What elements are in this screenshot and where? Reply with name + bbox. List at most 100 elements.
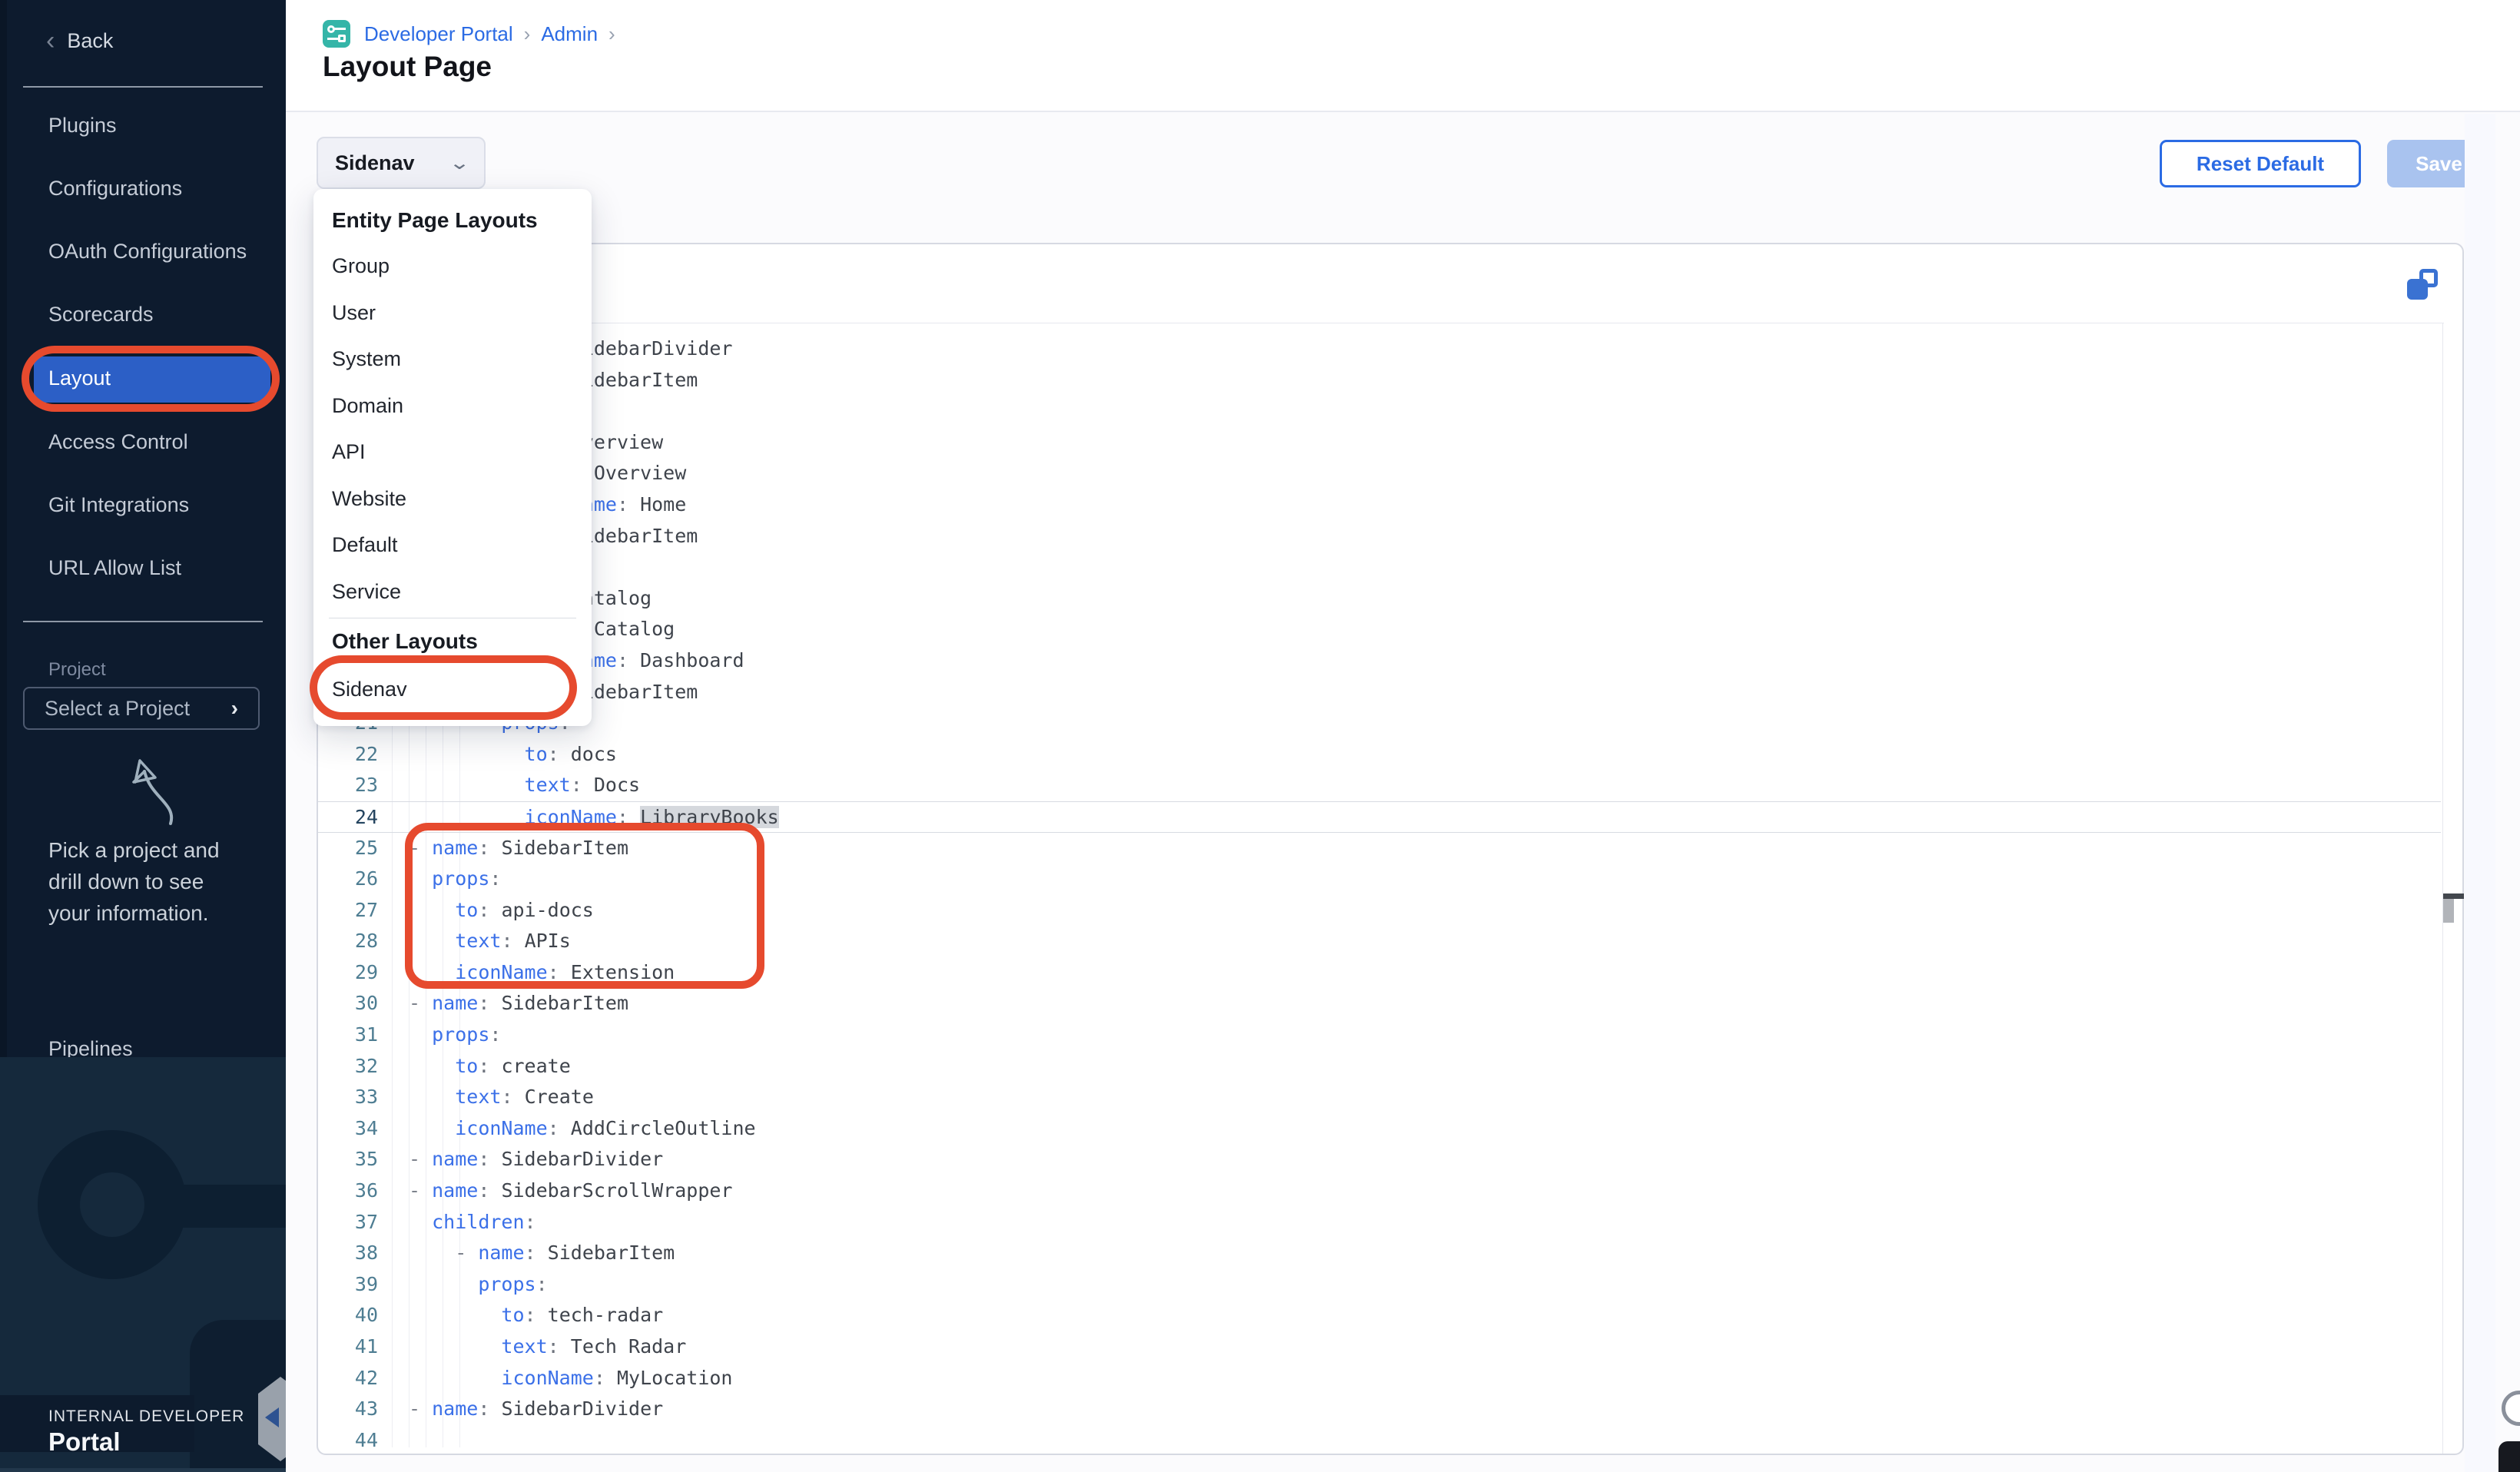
menu-item-sidenav[interactable]: Sidenav bbox=[313, 661, 592, 717]
layout-code-panel: 9 - name: SidebarDivider10 - name: Sideb… bbox=[317, 243, 2464, 1455]
sidebar-item-oauth-configurations[interactable]: OAuth Configurations bbox=[48, 240, 247, 264]
line-number: 38 bbox=[318, 1238, 378, 1269]
layout-type-select[interactable]: Sidenav ⌄ bbox=[317, 137, 486, 189]
back-button[interactable]: ‹ Back bbox=[46, 29, 113, 53]
sidebar-item-git-integrations[interactable]: Git Integrations bbox=[48, 493, 189, 517]
code-line-15[interactable]: 15 - name: SidebarItem bbox=[318, 521, 2441, 552]
editor-scrollbar-thumb[interactable] bbox=[2443, 899, 2454, 923]
code-line-19[interactable]: 19 iconName: Dashboard bbox=[318, 645, 2441, 677]
code-editor[interactable]: 9 - name: SidebarDivider10 - name: Sideb… bbox=[318, 323, 2441, 1452]
code-line-9[interactable]: 9 - name: SidebarDivider bbox=[318, 333, 2441, 365]
code-text: iconName: Extension bbox=[378, 957, 675, 989]
code-line-35[interactable]: 35- name: SidebarDivider bbox=[318, 1144, 2441, 1175]
code-text: to: api-docs bbox=[378, 895, 594, 927]
menu-item-system[interactable]: System bbox=[313, 336, 592, 383]
pipeline-node-hole bbox=[80, 1172, 144, 1237]
code-line-13[interactable]: 13 text: Overview bbox=[318, 458, 2441, 489]
menu-item-service[interactable]: Service bbox=[313, 569, 592, 615]
code-line-21[interactable]: 21 props: bbox=[318, 708, 2441, 739]
page-scroll-gutter bbox=[2465, 114, 2495, 1472]
menu-item-user[interactable]: User bbox=[313, 290, 592, 337]
code-line-33[interactable]: 33 text: Create bbox=[318, 1082, 2441, 1113]
code-text: iconName: LibraryBooks bbox=[378, 802, 779, 832]
code-line-27[interactable]: 27 to: api-docs bbox=[318, 895, 2441, 927]
code-line-14[interactable]: 14 iconName: Home bbox=[318, 489, 2441, 521]
sidebar-item-plugins[interactable]: Plugins bbox=[48, 114, 117, 138]
code-line-31[interactable]: 31 props: bbox=[318, 1019, 2441, 1051]
code-line-23[interactable]: 23 text: Docs bbox=[318, 770, 2441, 801]
code-text: to: tech-radar bbox=[378, 1300, 663, 1331]
code-line-24[interactable]: 24 iconName: LibraryBooks bbox=[318, 801, 2441, 833]
code-line-18[interactable]: 18 text: Catalog bbox=[318, 614, 2441, 645]
project-hint-text: Pick a project anddrill down to seeyour … bbox=[48, 834, 220, 929]
code-line-36[interactable]: 36- name: SidebarScrollWrapper bbox=[318, 1175, 2441, 1207]
line-number: 27 bbox=[318, 895, 378, 927]
code-text: text: Create bbox=[378, 1082, 594, 1113]
code-line-30[interactable]: 30- name: SidebarItem bbox=[318, 988, 2441, 1019]
sidebar-item-configurations[interactable]: Configurations bbox=[48, 177, 182, 201]
editor-scrollbar-rail bbox=[2442, 323, 2443, 1454]
code-line-29[interactable]: 29 iconName: Extension bbox=[318, 957, 2441, 989]
reset-default-button[interactable]: Reset Default bbox=[2160, 140, 2361, 187]
line-number: 44 bbox=[318, 1425, 378, 1452]
line-number: 43 bbox=[318, 1394, 378, 1425]
code-text: props: bbox=[378, 1269, 548, 1301]
breadcrumb-separator: › bbox=[608, 22, 615, 46]
code-line-20[interactable]: 20 - name: SidebarItem bbox=[318, 677, 2441, 708]
help-widget-icon[interactable] bbox=[2502, 1391, 2520, 1426]
sidebar-divider-top bbox=[23, 86, 263, 88]
layout-select-value: Sidenav bbox=[335, 151, 415, 175]
code-line-40[interactable]: 40 to: tech-radar bbox=[318, 1300, 2441, 1331]
line-number: 35 bbox=[318, 1144, 378, 1175]
code-line-16[interactable]: 16 props: bbox=[318, 552, 2441, 583]
menu-item-api[interactable]: API bbox=[313, 429, 592, 476]
code-line-34[interactable]: 34 iconName: AddCircleOutline bbox=[318, 1113, 2441, 1145]
menu-item-default[interactable]: Default bbox=[313, 522, 592, 569]
code-line-26[interactable]: 26 props: bbox=[318, 864, 2441, 895]
line-number: 36 bbox=[318, 1175, 378, 1207]
menu-section-entity: Entity Page Layouts bbox=[313, 198, 592, 243]
code-text bbox=[378, 1425, 409, 1452]
line-number: 25 bbox=[318, 833, 378, 864]
code-text: - name: SidebarScrollWrapper bbox=[378, 1175, 732, 1207]
code-line-11[interactable]: 11 props: bbox=[318, 396, 2441, 427]
code-line-10[interactable]: 10 - name: SidebarItem bbox=[318, 365, 2441, 396]
code-line-12[interactable]: 12 to: overview bbox=[318, 427, 2441, 459]
line-number: 22 bbox=[318, 739, 378, 771]
breadcrumb-link-admin[interactable]: Admin bbox=[541, 22, 598, 46]
menu-item-group[interactable]: Group bbox=[313, 243, 592, 290]
line-number: 26 bbox=[318, 864, 378, 895]
code-line-39[interactable]: 39 props: bbox=[318, 1269, 2441, 1301]
code-line-37[interactable]: 37 children: bbox=[318, 1207, 2441, 1238]
scrollbar-cursor-marker bbox=[2443, 893, 2464, 899]
sidebar-item-access-control[interactable]: Access Control bbox=[48, 430, 188, 454]
menu-item-domain[interactable]: Domain bbox=[313, 383, 592, 429]
line-number: 33 bbox=[318, 1082, 378, 1113]
line-number: 28 bbox=[318, 926, 378, 957]
project-hint-line: Pick a project and bbox=[48, 834, 220, 866]
code-line-22[interactable]: 22 to: docs bbox=[318, 739, 2441, 771]
sidebar-item-url-allow-list[interactable]: URL Allow List bbox=[48, 556, 181, 580]
code-line-43[interactable]: 43- name: SidebarDivider bbox=[318, 1394, 2441, 1425]
code-line-17[interactable]: 17 to: catalog bbox=[318, 583, 2441, 615]
code-line-41[interactable]: 41 text: Tech Radar bbox=[318, 1331, 2441, 1363]
project-select[interactable]: Select a Project › bbox=[23, 687, 260, 730]
code-text: props: bbox=[378, 864, 501, 895]
collapse-arrow-icon bbox=[265, 1407, 279, 1427]
code-line-44[interactable]: 44 bbox=[318, 1425, 2441, 1452]
code-line-25[interactable]: 25- name: SidebarItem bbox=[318, 833, 2441, 864]
copy-button[interactable] bbox=[2407, 269, 2438, 300]
menu-item-website[interactable]: Website bbox=[313, 476, 592, 522]
breadcrumb-link-developer-portal[interactable]: Developer Portal bbox=[364, 22, 513, 46]
sidebar-item-scorecards[interactable]: Scorecards bbox=[48, 303, 154, 327]
sidebar-item-layout[interactable]: Layout bbox=[48, 366, 111, 390]
code-line-38[interactable]: 38 - name: SidebarItem bbox=[318, 1238, 2441, 1269]
developer-portal-logo-icon bbox=[323, 20, 350, 48]
page-header: Developer Portal›Admin› Layout Page bbox=[286, 0, 2520, 112]
code-line-32[interactable]: 32 to: create bbox=[318, 1051, 2441, 1082]
code-line-28[interactable]: 28 text: APIs bbox=[318, 926, 2441, 957]
code-text: to: create bbox=[378, 1051, 571, 1082]
code-line-42[interactable]: 42 iconName: MyLocation bbox=[318, 1363, 2441, 1394]
line-number: 29 bbox=[318, 957, 378, 989]
code-text: to: docs bbox=[378, 739, 617, 771]
